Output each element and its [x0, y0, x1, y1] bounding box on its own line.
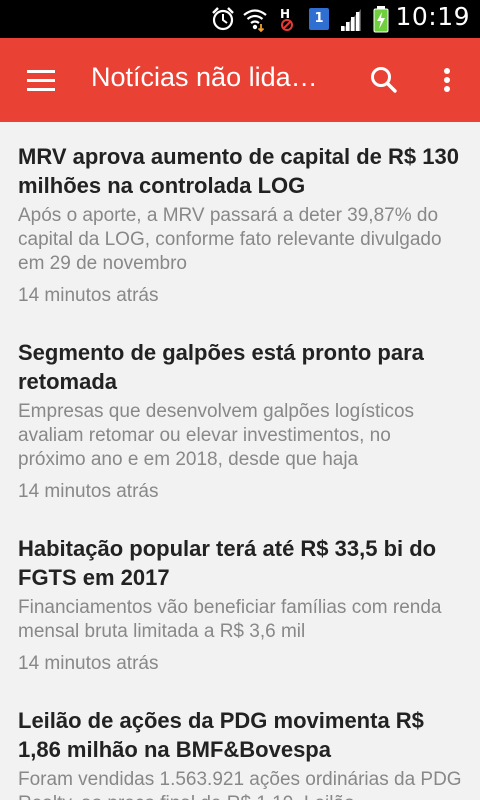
signal-bars-icon [338, 5, 364, 33]
news-timestamp: 14 minutos atrás [18, 481, 159, 502]
search-icon [371, 67, 397, 93]
news-item[interactable]: Leilão de ações da PDG movimenta R$ 1,86… [0, 676, 480, 800]
alarm-icon [210, 5, 236, 33]
search-button[interactable] [364, 60, 404, 100]
menu-button[interactable] [18, 60, 62, 100]
news-title: Leilão de ações da PDG movimenta R$ 1,86… [18, 708, 424, 762]
news-title: MRV aprova aumento de capital de R$ 130 … [18, 144, 459, 198]
news-summary: Financiamentos vão beneficiar famílias c… [18, 597, 442, 642]
news-timestamp: 14 minutos atrás [18, 653, 159, 674]
news-item[interactable]: Habitação popular terá até R$ 33,5 bi do… [0, 504, 480, 676]
page-title: Notícias não lida… [91, 62, 318, 92]
h-signal-icon: H [274, 5, 300, 33]
wifi-icon [242, 5, 268, 33]
sim-1-icon: 1 [306, 5, 332, 33]
status-bar: H 1 10:19 [0, 0, 480, 38]
status-icons: H 1 [210, 5, 396, 33]
news-item[interactable]: Segmento de galpões está pronto para ret… [0, 308, 480, 504]
news-summary: Empresas que desenvolvem galpões logísti… [18, 401, 415, 470]
news-timestamp: 14 minutos atrás [18, 285, 159, 306]
battery-charging-icon [370, 5, 396, 33]
news-summary: Após o aporte, a MRV passará a deter 39,… [18, 205, 442, 274]
news-item[interactable]: MRV aprova aumento de capital de R$ 130 … [0, 122, 480, 308]
news-title: Segmento de galpões está pronto para ret… [18, 340, 424, 394]
app-bar: Notícias não lida… [0, 38, 480, 122]
overflow-menu-button[interactable] [430, 60, 464, 100]
svg-text:H: H [280, 7, 290, 21]
news-list[interactable]: MRV aprova aumento de capital de R$ 130 … [0, 122, 480, 800]
news-title: Habitação popular terá até R$ 33,5 bi do… [18, 536, 437, 590]
news-summary: Foram vendidas 1.563.921 ações ordinária… [18, 769, 462, 800]
clock: 10:19 [395, 2, 470, 31]
